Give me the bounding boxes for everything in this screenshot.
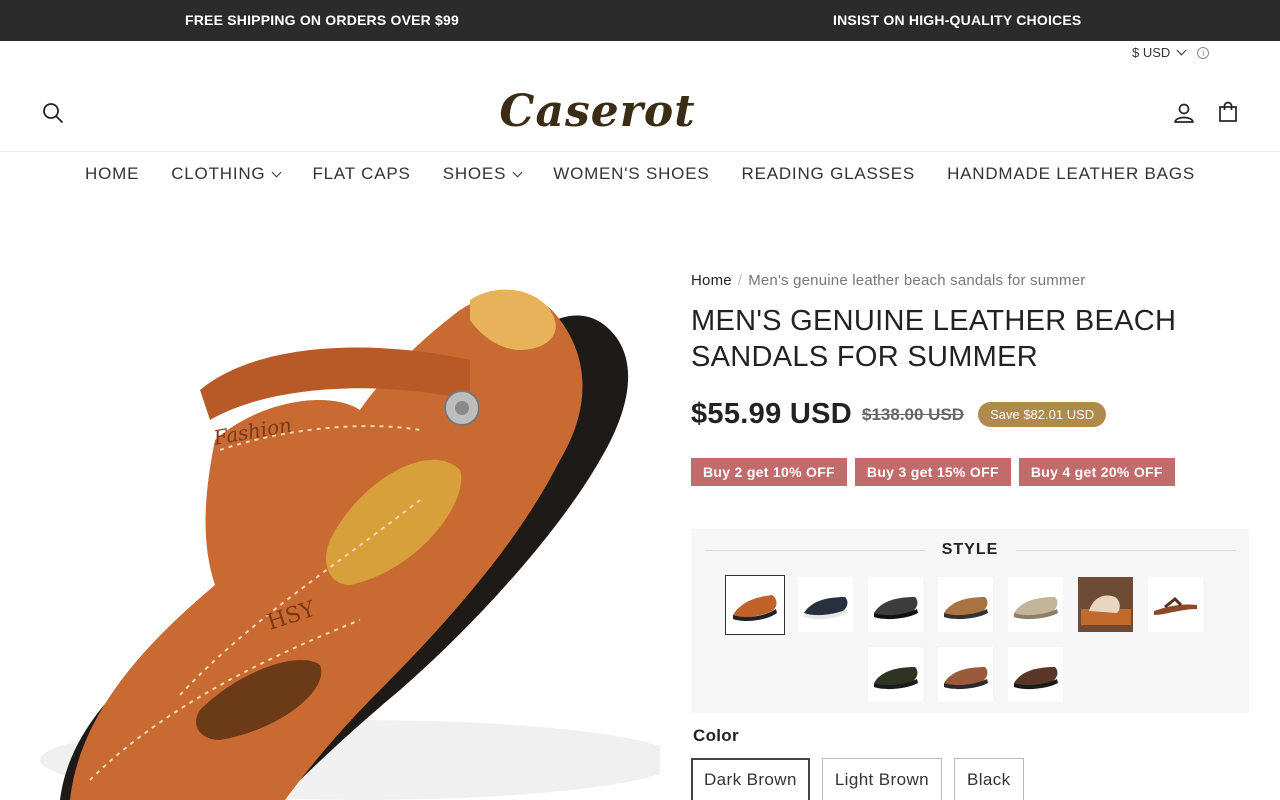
sandal-image: HSY Fashion	[40, 289, 660, 800]
chevron-down-icon	[272, 167, 282, 177]
divider-line	[705, 550, 925, 551]
style-thumb-4[interactable]	[938, 577, 993, 632]
offer-buy-4[interactable]: Buy 4 get 20% OFF	[1018, 458, 1175, 486]
style-thumb-3[interactable]	[868, 577, 923, 632]
info-icon[interactable]: i	[1197, 46, 1210, 59]
nav-label: FLAT CAPS	[312, 164, 411, 183]
nav-item-leather-bags[interactable]: HANDMADE LEATHER BAGS	[947, 164, 1195, 184]
search-icon	[43, 103, 63, 123]
cart-button[interactable]	[1214, 98, 1242, 126]
offer-buy-2[interactable]: Buy 2 get 10% OFF	[691, 458, 847, 486]
style-thumb-9[interactable]	[938, 647, 993, 702]
product-title: MEN'S GENUINE LEATHER BEACH SANDALS FOR …	[691, 305, 1177, 373]
compare-price: $138.00 USD	[862, 404, 965, 424]
main-nav: HOME CLOTHING FLAT CAPS SHOES WOMEN'S SH…	[0, 164, 1280, 184]
nav-label: HANDMADE LEATHER BAGS	[947, 164, 1195, 183]
color-option-light-brown[interactable]: Light Brown	[821, 758, 942, 800]
shopping-bag-icon	[1219, 101, 1237, 122]
nav-label: CLOTHING	[171, 164, 266, 183]
nav-label: WOMEN'S SHOES	[553, 164, 710, 183]
nav-label: SHOES	[442, 164, 507, 183]
style-thumb-10[interactable]	[1008, 647, 1063, 702]
bundle-offers: Buy 2 get 10% OFF Buy 3 get 15% OFF Buy …	[691, 458, 1175, 486]
color-option-black[interactable]: Black	[954, 758, 1024, 800]
search-button[interactable]	[40, 100, 66, 126]
announcement-shipping: FREE SHIPPING ON ORDERS OVER $99	[185, 12, 460, 28]
style-thumb-6[interactable]	[1078, 577, 1133, 632]
color-option-dark-brown[interactable]: Dark Brown	[691, 758, 810, 800]
color-options: Dark Brown Light Brown Black	[691, 758, 1024, 800]
header-divider	[0, 151, 1280, 152]
price-row: $55.99 USD $138.00 USD Save $82.01 USD	[691, 398, 1107, 431]
chevron-down-icon	[512, 167, 523, 177]
nav-label: READING GLASSES	[741, 164, 916, 183]
breadcrumb-current: Men's genuine leather beach sandals for …	[748, 272, 1086, 289]
breadcrumb-home-link[interactable]: Home	[691, 272, 732, 289]
currency-label: $ USD	[1132, 45, 1171, 60]
breadcrumb-separator: /	[737, 272, 743, 289]
nav-item-shoes[interactable]: SHOES	[442, 164, 523, 184]
style-thumb-7[interactable]	[1148, 577, 1203, 632]
style-selector: STYLE	[691, 529, 1249, 713]
style-thumb-1[interactable]	[725, 575, 785, 635]
announcement-bar: FREE SHIPPING ON ORDERS OVER $99 INSIST …	[0, 0, 1280, 41]
nav-item-reading-glasses[interactable]: READING GLASSES	[742, 164, 916, 184]
style-thumb-2[interactable]	[798, 577, 853, 632]
user-icon	[1174, 103, 1194, 123]
nav-item-womens-shoes[interactable]: WOMEN'S SHOES	[553, 164, 709, 184]
style-heading: STYLE	[691, 541, 1249, 559]
breadcrumb: Home / Men's genuine leather beach sanda…	[691, 272, 1085, 289]
style-thumb-5[interactable]	[1008, 577, 1063, 632]
color-label: Color	[693, 726, 739, 745]
style-thumb-8[interactable]	[868, 647, 923, 702]
save-badge: Save $82.01 USD	[978, 402, 1107, 427]
nav-item-home[interactable]: HOME	[85, 164, 139, 184]
nav-item-flat-caps[interactable]: FLAT CAPS	[312, 164, 410, 184]
chevron-down-icon	[1176, 45, 1187, 56]
style-heading-label: STYLE	[941, 541, 999, 558]
currency-selector[interactable]: $ USD i	[1132, 45, 1210, 60]
announcement-quality: INSIST ON HIGH-QUALITY CHOICES	[833, 12, 1082, 28]
nav-label: HOME	[85, 164, 140, 183]
sale-price: $55.99 USD	[691, 398, 852, 430]
divider-line	[1016, 550, 1236, 551]
store-logo[interactable]: Caserot	[499, 80, 694, 142]
nav-item-clothing[interactable]: CLOTHING	[171, 164, 282, 184]
account-button[interactable]	[1170, 99, 1198, 127]
logo-text: Caserot	[499, 85, 696, 137]
product-main-image[interactable]: HSY Fashion	[0, 240, 660, 800]
offer-buy-3[interactable]: Buy 3 get 15% OFF	[854, 458, 1011, 486]
